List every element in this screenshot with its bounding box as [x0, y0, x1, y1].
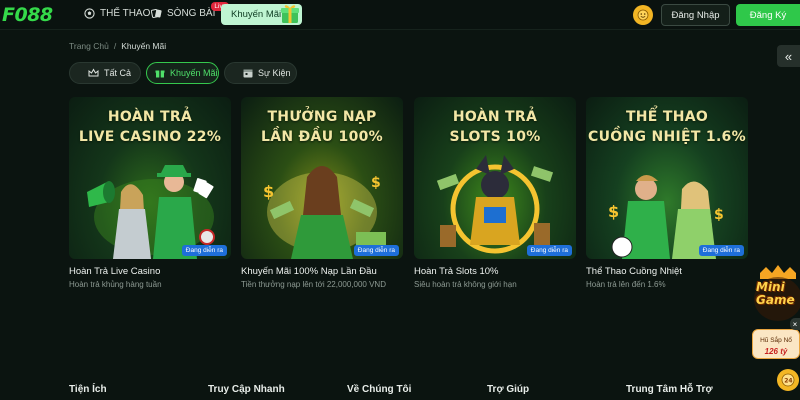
svg-text:$: $ [263, 182, 274, 201]
nav-casino[interactable]: SÒNG BÀI Live [151, 2, 230, 19]
minigame-close-button[interactable]: × [790, 318, 800, 330]
double-chevron-left-icon: « [784, 48, 793, 64]
support-icon: 24 [781, 373, 795, 387]
footer-heading-utilities: Tiện Ích [69, 384, 107, 395]
heading-line-1: THỂ THAO [625, 109, 709, 125]
tab-promotions[interactable]: Khuyến Mãi [146, 62, 219, 84]
promo-card-live-casino[interactable]: HOÀN TRẢ LIVE CASINO 22% Đang diễn ra Ho… [69, 97, 231, 289]
promo-card-first-deposit[interactable]: $ $ THƯỞNG NẠP LẦN ĐẦU 100% Đang diễn ra… [241, 97, 403, 289]
footer-heading-quick-access: Truy Cập Nhanh [208, 384, 285, 395]
promo-card-title: Hoàn Trả Live Casino [69, 266, 161, 277]
promo-card-image: $ $ THƯỞNG NẠP LẦN ĐẦU 100% Đang diễn ra [241, 97, 403, 259]
svg-text:$: $ [714, 207, 724, 223]
promo-card-description: Siêu hoàn trả không giới hạn [414, 280, 517, 289]
support-chat-button[interactable]: 24 [777, 369, 799, 391]
promo-card-heading: HOÀN TRẢ LIVE CASINO 22% [69, 107, 231, 147]
nav-sports[interactable]: THỂ THAO [84, 8, 150, 19]
promo-card-description: Hoàn trả khủng hàng tuần [69, 280, 162, 289]
status-badge: Đang diễn ra [353, 245, 399, 256]
promo-card-description: Tiền thưởng nạp lên tới 22,000,000 VND [241, 280, 386, 289]
top-header: F088 THỂ THAO SÒNG BÀI Live Khuyến Mãi Đ… [0, 0, 800, 30]
register-button[interactable]: Đăng Ký [736, 4, 800, 26]
heading-line-1: HOÀN TRẢ [452, 109, 538, 125]
breadcrumb: Trang Chủ / Khuyến Mãi [69, 41, 166, 51]
tab-all-label: Tất Cả [104, 68, 132, 78]
status-badge: Đang diễn ra [181, 245, 227, 256]
breadcrumb-home[interactable]: Trang Chủ [69, 41, 109, 51]
soccer-ball-icon [84, 8, 95, 19]
status-badge: Đang diễn ra [698, 245, 744, 256]
nav-sports-label: THỂ THAO [100, 8, 151, 19]
svg-text:$: $ [608, 202, 619, 221]
promo-card-heading: THỂ THAO CUỒNG NHIỆT 1.6% [586, 107, 748, 147]
coin-icon[interactable] [633, 5, 653, 25]
gift-box-icon [281, 5, 299, 23]
promo-card-sports[interactable]: $ $ THỂ THAO CUỒNG NHIỆT 1.6% Đang diễn … [586, 97, 748, 289]
promo-card-title: Khuyến Mãi 100% Nạp Lần Đầu [241, 266, 377, 277]
status-badge: Đang diễn ra [526, 245, 572, 256]
jackpot-amount: 126 tỷ [764, 347, 788, 356]
heading-line-1: THƯỞNG NẠP [267, 109, 377, 125]
nav-casino-label: SÒNG BÀI [167, 8, 216, 19]
tab-events-label: Sự Kiện [258, 68, 291, 78]
tab-all[interactable]: Tất Cả [69, 62, 141, 84]
breadcrumb-separator: / [113, 41, 117, 51]
collapse-sidebar-button[interactable]: « [777, 45, 800, 67]
login-button[interactable]: Đăng Nhập [661, 4, 730, 26]
heading-line-2: SLOTS 10% [449, 129, 541, 145]
promo-card-image: HOÀN TRẢ LIVE CASINO 22% Đang diễn ra [69, 97, 231, 259]
tab-promotions-label: Khuyến Mãi [170, 68, 218, 78]
footer-heading-about: Về Chúng Tôi [347, 384, 412, 395]
promo-card-slots[interactable]: HOÀN TRẢ SLOTS 10% Đang diễn ra Hoàn Trả… [414, 97, 576, 289]
minigame-title-line-2: Game [756, 293, 795, 307]
heading-line-2: LIVE CASINO 22% [78, 129, 222, 145]
promo-card-heading: THƯỞNG NẠP LẦN ĐẦU 100% [241, 107, 403, 147]
promo-card-image: $ $ THỂ THAO CUỒNG NHIỆT 1.6% Đang diễn … [586, 97, 748, 259]
promo-card-heading: HOÀN TRẢ SLOTS 10% [414, 107, 576, 147]
gift-icon [155, 70, 165, 78]
close-icon: × [792, 319, 798, 329]
heading-line-2: LẦN ĐẦU 100% [260, 129, 383, 145]
promotions-button[interactable]: Khuyến Mãi [221, 4, 302, 25]
breadcrumb-current: Khuyến Mãi [121, 41, 167, 51]
cards-icon [151, 9, 162, 18]
heading-line-2: CUỒNG NHIỆT 1.6% [588, 129, 746, 145]
promo-card-title: Hoàn Trả Slots 10% [414, 266, 499, 277]
promo-card-title: Thể Thao Cuồng Nhiệt [586, 266, 682, 277]
crown-icon [88, 68, 99, 77]
jackpot-label: Hũ Sắp Nổ [760, 337, 792, 344]
site-logo[interactable]: F088 [2, 4, 53, 26]
smiley-coin-icon [637, 9, 649, 21]
promotions-button-label: Khuyến Mãi [231, 9, 282, 20]
footer-heading-support-center: Trung Tâm Hỗ Trợ [626, 384, 713, 395]
tab-events[interactable]: Sự Kiện [224, 62, 297, 84]
footer-heading-help: Trợ Giúp [487, 384, 530, 395]
svg-text:24: 24 [784, 378, 792, 385]
calendar-icon [243, 69, 253, 78]
promo-card-image: HOÀN TRẢ SLOTS 10% Đang diễn ra [414, 97, 576, 259]
minigame-title: Mini Game [756, 281, 800, 307]
heading-line-1: HOÀN TRẢ [107, 109, 193, 125]
promo-card-description: Hoàn trả lên đến 1.6% [586, 280, 666, 289]
svg-text:$: $ [371, 175, 381, 191]
